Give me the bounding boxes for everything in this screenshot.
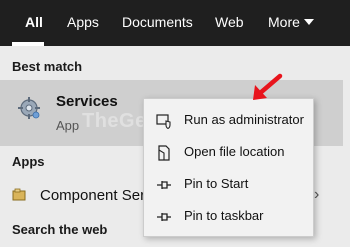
menu-item-open-file-location[interactable]: Open file location — [144, 137, 313, 169]
menu-item-pin-to-start[interactable]: Pin to Start — [144, 169, 313, 201]
context-menu: Run as administrator Open file location … — [143, 98, 314, 237]
search-tab-bar: All Apps Documents Web More — [0, 0, 350, 46]
menu-item-label: Open file location — [184, 144, 285, 159]
component-services-icon — [12, 188, 26, 201]
best-match-type: App — [56, 118, 80, 133]
section-apps: Apps — [12, 154, 45, 169]
menu-item-label: Run as administrator — [184, 112, 304, 127]
pin-icon — [157, 213, 171, 221]
pin-icon — [157, 181, 171, 189]
app-result-component-services[interactable]: Component Ser — [40, 187, 145, 204]
menu-item-label: Pin to taskbar — [184, 208, 264, 223]
best-match-title: Services — [56, 93, 118, 110]
section-best-match: Best match — [12, 59, 83, 74]
tab-documents[interactable]: Documents — [122, 14, 193, 30]
menu-item-pin-to-taskbar[interactable]: Pin to taskbar — [144, 201, 313, 233]
file-location-icon — [158, 145, 170, 161]
tab-web[interactable]: Web — [215, 14, 244, 30]
shield-admin-icon — [156, 114, 171, 129]
active-tab-indicator — [12, 42, 44, 46]
section-search-web: Search the web — [12, 222, 108, 237]
menu-item-label: Pin to Start — [184, 176, 249, 191]
chevron-down-icon[interactable] — [304, 19, 314, 25]
tab-all[interactable]: All — [25, 14, 43, 30]
red-arrow-icon — [253, 73, 283, 100]
chevron-right-icon[interactable]: › — [314, 186, 319, 204]
tab-more[interactable]: More — [268, 14, 300, 30]
gear-services-icon — [18, 97, 40, 119]
menu-item-run-as-administrator[interactable]: Run as administrator — [144, 105, 313, 137]
tab-apps[interactable]: Apps — [67, 14, 99, 30]
